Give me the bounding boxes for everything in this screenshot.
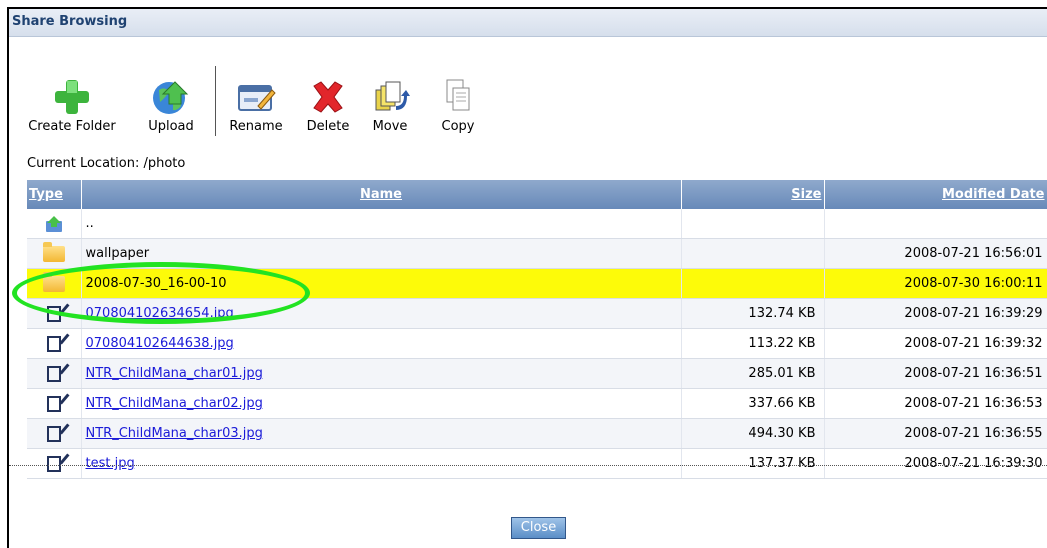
globe-upload-icon: [153, 81, 189, 114]
type-cell: [27, 268, 82, 299]
date-cell: 2008-07-21 16:36:53: [824, 388, 1047, 419]
upload-label: Upload: [148, 119, 194, 134]
date-cell: 2008-07-21 16:39:29: [824, 298, 1047, 329]
table-row[interactable]: wallpaper 2008-07-21 16:56:01: [27, 238, 1047, 269]
date-cell: 2008-07-30 16:00:11: [824, 268, 1047, 299]
table-row[interactable]: NTR_ChildMana_char01.jpg 285.01 KB 2008-…: [27, 358, 1047, 389]
file-icon: [46, 395, 61, 412]
size-cell: 337.66 KB: [681, 388, 825, 419]
file-link[interactable]: 070804102634654.jpg: [86, 306, 234, 321]
header-name[interactable]: Name: [81, 180, 682, 209]
copy-label: Copy: [441, 119, 475, 134]
file-link[interactable]: NTR_ChildMana_char02.jpg: [86, 396, 263, 411]
upload-button[interactable]: Upload: [140, 74, 202, 134]
move-label: Move: [372, 119, 408, 134]
date-cell: 2008-07-21 16:36:51: [824, 358, 1047, 389]
move-button[interactable]: Move: [368, 74, 412, 134]
delete-button[interactable]: Delete: [300, 74, 356, 134]
size-cell: [681, 268, 825, 299]
table-row[interactable]: NTR_ChildMana_char02.jpg 337.66 KB 2008-…: [27, 388, 1047, 419]
size-cell: 494.30 KB: [681, 418, 825, 449]
create-folder-button[interactable]: Create Folder: [27, 74, 117, 134]
header-type[interactable]: Type: [27, 180, 82, 209]
name-cell: NTR_ChildMana_char01.jpg: [81, 358, 682, 389]
name-cell[interactable]: 2008-07-30_16-00-10: [81, 268, 682, 299]
date-cell: 2008-07-21 16:36:55: [824, 418, 1047, 449]
table-header-row: Type Name Size Modified Date: [27, 180, 1047, 209]
name-cell: NTR_ChildMana_char03.jpg: [81, 418, 682, 449]
current-location: Current Location: /photo: [27, 156, 186, 171]
delete-x-icon: [313, 81, 343, 113]
type-cell: [27, 448, 82, 479]
close-button[interactable]: Close: [511, 517, 566, 539]
size-cell: 132.74 KB: [681, 298, 825, 329]
rename-icon: [238, 85, 276, 111]
header-size[interactable]: Size: [681, 180, 825, 209]
name-cell[interactable]: wallpaper: [81, 238, 682, 269]
type-cell: [27, 358, 82, 389]
date-cell: 2008-07-21 16:39:30: [824, 448, 1047, 479]
name-cell: NTR_ChildMana_char02.jpg: [81, 388, 682, 419]
file-icon: [46, 455, 61, 472]
create-folder-label: Create Folder: [28, 119, 116, 134]
type-cell: [27, 418, 82, 449]
table-row[interactable]: NTR_ChildMana_char03.jpg 494.30 KB 2008-…: [27, 418, 1047, 449]
type-cell: [27, 328, 82, 359]
copy-button[interactable]: Copy: [436, 74, 480, 134]
table-row-highlighted[interactable]: 2008-07-30_16-00-10 2008-07-30 16:00:11: [27, 268, 1047, 299]
size-cell: 285.01 KB: [681, 358, 825, 389]
copy-icon: [446, 79, 470, 111]
file-icon: [46, 305, 61, 322]
file-link[interactable]: NTR_ChildMana_char01.jpg: [86, 366, 263, 381]
date-cell: 2008-07-21 16:56:01: [824, 238, 1047, 269]
parent-directory-row[interactable]: ..: [27, 209, 1047, 239]
plus-icon: [55, 80, 89, 114]
file-icon: [46, 335, 61, 352]
move-icon: [375, 81, 410, 111]
file-icon: [46, 425, 61, 442]
footer-divider: [9, 465, 1047, 466]
file-link[interactable]: 070804102644638.jpg: [86, 336, 234, 351]
size-cell: 113.22 KB: [681, 328, 825, 359]
window-title: Share Browsing: [12, 14, 128, 29]
name-cell: test.jpg: [81, 448, 682, 479]
file-link[interactable]: test.jpg: [86, 456, 135, 471]
title-bar: Share Browsing: [9, 9, 1047, 37]
rename-button[interactable]: Rename: [223, 74, 289, 134]
file-table: Type Name Size Modified Date .. wallpape…: [27, 180, 1047, 479]
name-cell: 070804102634654.jpg: [81, 298, 682, 329]
size-cell: 137.37 KB: [681, 448, 825, 479]
header-modified-date[interactable]: Modified Date: [824, 180, 1047, 209]
folder-icon: [42, 271, 65, 292]
toolbar-separator: [215, 66, 216, 136]
date-cell: 2008-07-21 16:39:32: [824, 328, 1047, 359]
name-cell[interactable]: ..: [81, 209, 682, 239]
file-icon: [46, 365, 61, 382]
name-cell: 070804102644638.jpg: [81, 328, 682, 359]
size-cell: [681, 238, 825, 269]
type-cell: [27, 298, 82, 329]
file-link[interactable]: NTR_ChildMana_char03.jpg: [86, 426, 263, 441]
parent-folder-icon: [45, 215, 62, 232]
size-cell: [681, 209, 825, 239]
table-row[interactable]: 070804102634654.jpg 132.74 KB 2008-07-21…: [27, 298, 1047, 329]
type-cell: [27, 238, 82, 269]
rename-label: Rename: [229, 119, 283, 134]
delete-label: Delete: [306, 119, 350, 134]
type-cell: [27, 209, 82, 239]
table-row[interactable]: 070804102644638.jpg 113.22 KB 2008-07-21…: [27, 328, 1047, 359]
date-cell: [824, 209, 1047, 239]
folder-icon: [42, 241, 65, 262]
table-row[interactable]: test.jpg 137.37 KB 2008-07-21 16:39:30: [27, 448, 1047, 479]
type-cell: [27, 388, 82, 419]
